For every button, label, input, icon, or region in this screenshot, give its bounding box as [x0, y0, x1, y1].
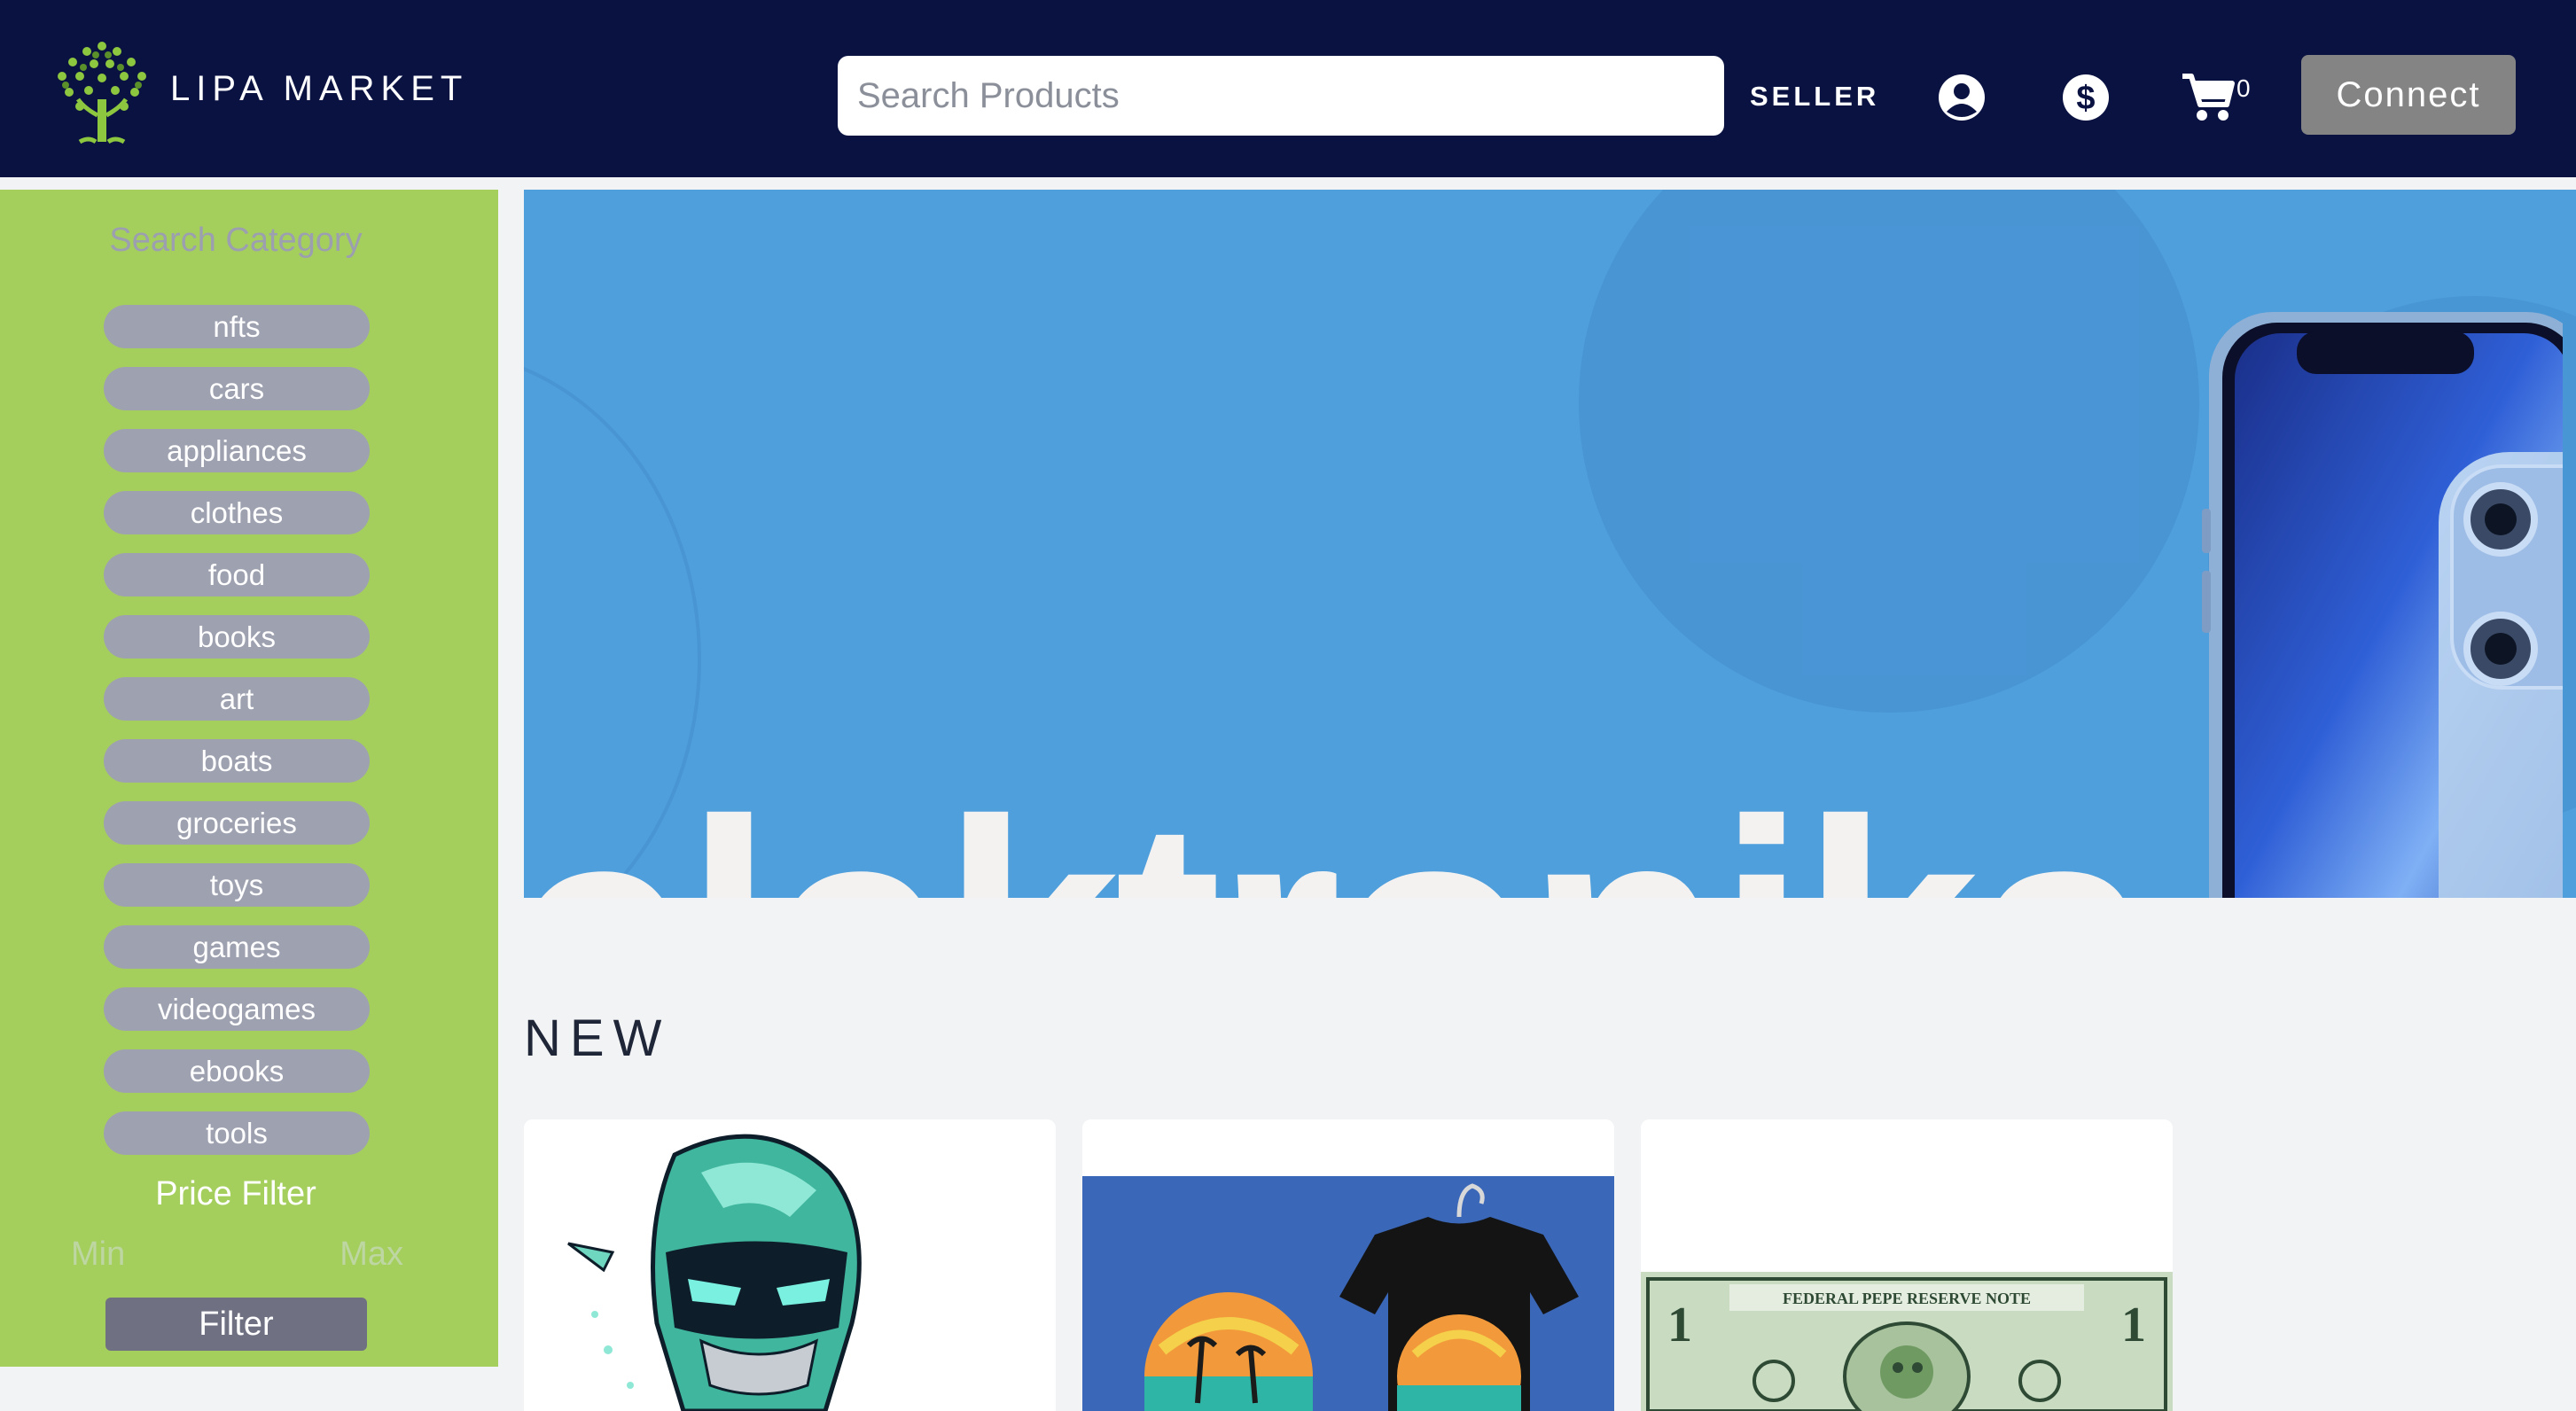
- category-list: nfts cars appliances clothes food books …: [104, 305, 370, 1173]
- user-circle-icon[interactable]: [1937, 73, 1987, 122]
- svg-text:1: 1: [1667, 1298, 1692, 1353]
- pepe-dollar-bill-image: FEDERAL PEPE RESERVE NOTE 1 1: [1641, 1119, 2173, 1411]
- category-item-food[interactable]: food: [104, 553, 370, 596]
- search-input[interactable]: [838, 56, 1724, 136]
- hero-banner[interactable]: elektronika: [524, 190, 2576, 898]
- top-navbar: LIPA MARKET SELLER $ 0 Connect: [0, 0, 2576, 177]
- robot-character-image: [524, 1119, 1056, 1411]
- category-item-ebooks[interactable]: ebooks: [104, 1049, 370, 1093]
- product-card[interactable]: [1082, 1119, 1614, 1411]
- category-item-tools[interactable]: tools: [104, 1111, 370, 1155]
- category-item-books[interactable]: books: [104, 615, 370, 659]
- category-item-groceries[interactable]: groceries: [104, 801, 370, 845]
- price-filter-title: Price Filter: [155, 1175, 316, 1212]
- summer-tshirt-image: [1082, 1119, 1614, 1411]
- banner-headline: elektronika: [524, 773, 2152, 899]
- brand-name[interactable]: LIPA MARKET: [170, 69, 468, 109]
- product-card[interactable]: FEDERAL PEPE RESERVE NOTE 1 1: [1641, 1119, 2173, 1411]
- category-item-cars[interactable]: cars: [104, 367, 370, 410]
- category-item-toys[interactable]: toys: [104, 863, 370, 907]
- category-sidebar: Search Category nfts cars appliances clo…: [0, 190, 498, 1367]
- price-max-input[interactable]: [293, 1236, 403, 1274]
- svg-text:FEDERAL PEPE RESERVE NOTE: FEDERAL PEPE RESERVE NOTE: [1783, 1290, 2031, 1307]
- seller-link[interactable]: SELLER: [1750, 81, 1879, 113]
- connect-button[interactable]: Connect: [2301, 55, 2516, 135]
- category-search-title: Search Category: [109, 222, 363, 259]
- category-item-clothes[interactable]: clothes: [104, 491, 370, 534]
- category-item-games[interactable]: games: [104, 925, 370, 969]
- cart-icon[interactable]: [2181, 71, 2236, 124]
- filter-button[interactable]: Filter: [105, 1298, 367, 1351]
- dollar-circle-icon[interactable]: $: [2061, 73, 2111, 122]
- cart-count-badge: 0: [2236, 74, 2251, 102]
- price-min-input[interactable]: [71, 1236, 168, 1274]
- svg-text:$: $: [2076, 80, 2095, 117]
- category-item-nfts[interactable]: nfts: [104, 305, 370, 348]
- product-card[interactable]: [524, 1119, 1056, 1411]
- category-item-appliances[interactable]: appliances: [104, 429, 370, 472]
- category-item-art[interactable]: art: [104, 677, 370, 721]
- svg-text:1: 1: [2121, 1298, 2146, 1353]
- new-section-title: NEW: [524, 1010, 671, 1067]
- category-item-videogames[interactable]: videogames: [104, 987, 370, 1031]
- tree-logo-icon[interactable]: [44, 37, 160, 152]
- category-item-boats[interactable]: boats: [104, 739, 370, 783]
